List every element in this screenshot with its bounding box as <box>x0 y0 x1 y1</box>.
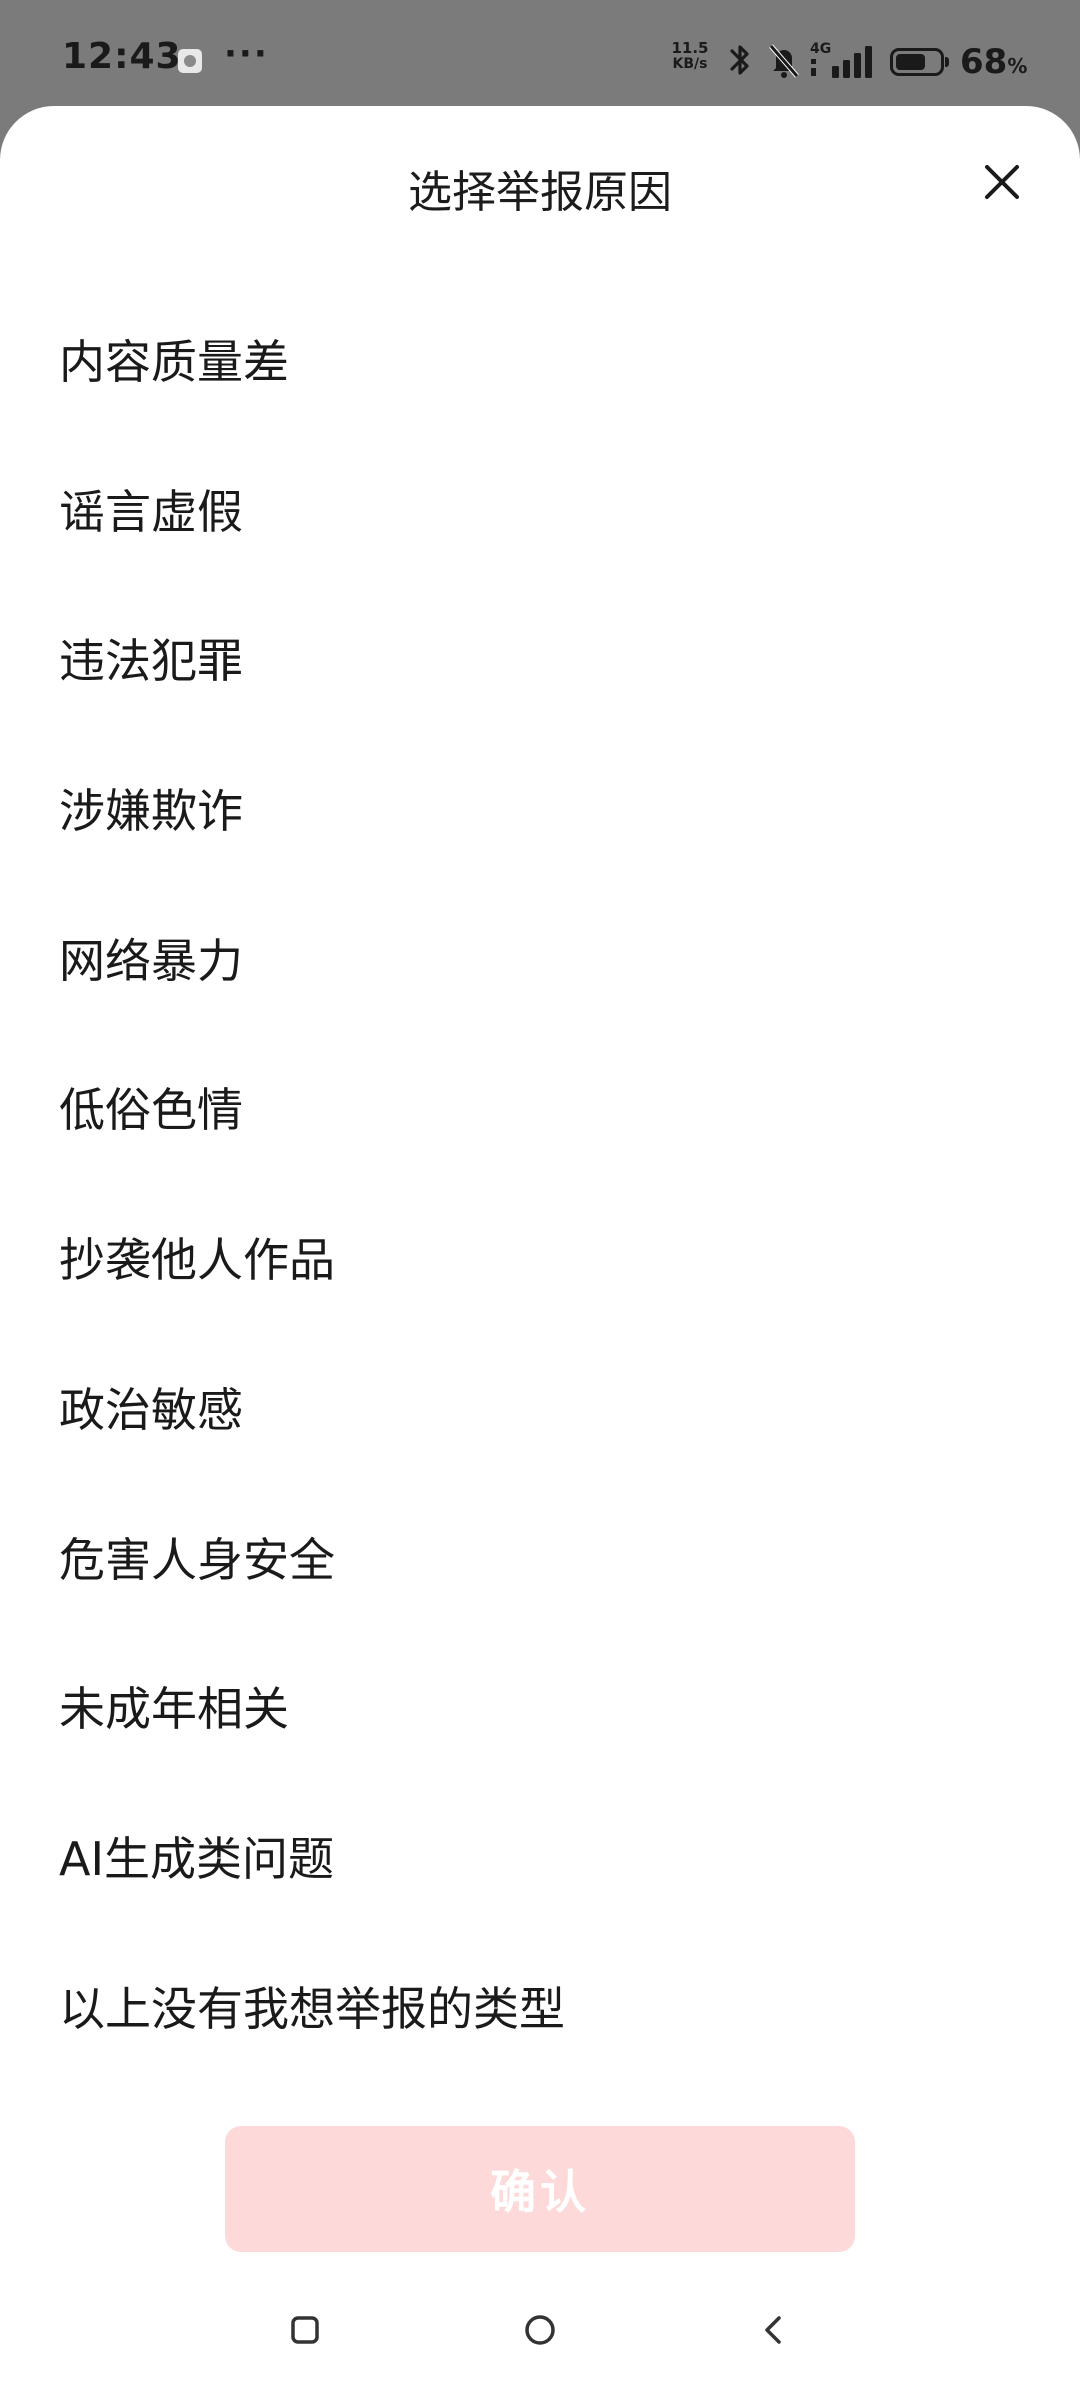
status-time: 12:43 <box>62 36 182 77</box>
home-icon <box>525 2315 555 2345</box>
reason-label: 抄袭他人作品 <box>59 1233 335 1288</box>
network-speed-value: 11.5 <box>671 39 709 57</box>
network-type-label: 4G <box>810 41 831 57</box>
back-icon <box>765 2316 781 2344</box>
confirm-button[interactable]: 确认 <box>225 2126 855 2252</box>
recent-apps-icon <box>291 2316 319 2344</box>
reason-list: 内容质量差 谣言虚假 违法犯罪 涉嫌欺诈 网络暴力 低俗色情 抄袭他人作品 政治… <box>0 332 1080 2128</box>
reason-label: 网络暴力 <box>59 933 243 988</box>
reason-item-rumor[interactable]: 谣言虚假 <box>0 482 1080 632</box>
reason-label: 涉嫌欺诈 <box>59 784 243 839</box>
back-button[interactable] <box>734 2290 814 2370</box>
reason-item-fraud[interactable]: 涉嫌欺诈 <box>0 781 1080 931</box>
sheet-title: 选择举报原因 <box>408 167 672 218</box>
bluetooth-icon <box>730 45 749 75</box>
battery-percent-sign: % <box>1007 54 1028 78</box>
network-speed: 11.5 KB/s <box>668 40 712 72</box>
reason-item-political[interactable]: 政治敏感 <box>0 1380 1080 1530</box>
reason-label: 内容质量差 <box>59 335 289 389</box>
network-speed-unit: KB/s <box>672 56 708 72</box>
reason-label: 以上没有我想举报的类型 <box>59 1981 565 2036</box>
navigation-bar <box>0 2290 1080 2403</box>
status-bar: 12:43 ··· 11.5 KB/s 4G 68% <box>0 0 1080 106</box>
reason-label: 谣言虚假 <box>59 484 243 539</box>
reason-item-ai-generated[interactable]: AI生成类问题 <box>0 1829 1080 1979</box>
reason-item-vulgar[interactable]: 低俗色情 <box>0 1080 1080 1230</box>
home-button[interactable] <box>500 2290 580 2370</box>
recent-apps-button[interactable] <box>265 2290 345 2370</box>
report-reason-sheet: 选择举报原因 内容质量差 谣言虚假 违法犯罪 涉嫌欺诈 网络暴力 低俗色情 抄袭… <box>0 106 1080 2403</box>
battery-icon <box>890 48 949 76</box>
reason-label: 未成年相关 <box>59 1682 289 1737</box>
mute-bell-icon <box>769 44 799 78</box>
close-button[interactable] <box>978 158 1026 206</box>
reason-label: AI生成类问题 <box>59 1831 335 1886</box>
reason-item-other[interactable]: 以上没有我想举报的类型 <box>0 1979 1080 2129</box>
battery-fill <box>896 54 925 70</box>
reason-item-illegal[interactable]: 违法犯罪 <box>0 631 1080 781</box>
confirm-button-label: 确认 <box>490 2165 590 2219</box>
reason-label: 政治敏感 <box>59 1382 243 1437</box>
reason-label: 低俗色情 <box>59 1083 243 1138</box>
reason-label: 危害人身安全 <box>59 1532 335 1587</box>
close-icon <box>985 165 1019 199</box>
battery-percent: 68% <box>960 42 1027 82</box>
more-notifications-icon: ··· <box>224 34 269 74</box>
battery-percent-value: 68 <box>960 42 1008 82</box>
app-notification-icon <box>178 49 202 73</box>
reason-item-plagiarism[interactable]: 抄袭他人作品 <box>0 1230 1080 1380</box>
reason-item-minors[interactable]: 未成年相关 <box>0 1679 1080 1829</box>
reason-item-low-quality[interactable]: 内容质量差 <box>0 332 1080 482</box>
reason-label: 违法犯罪 <box>59 634 243 689</box>
signal-4g-icon: 4G <box>810 41 872 78</box>
reason-item-cyberbullying[interactable]: 网络暴力 <box>0 931 1080 1081</box>
reason-item-personal-safety[interactable]: 危害人身安全 <box>0 1530 1080 1680</box>
